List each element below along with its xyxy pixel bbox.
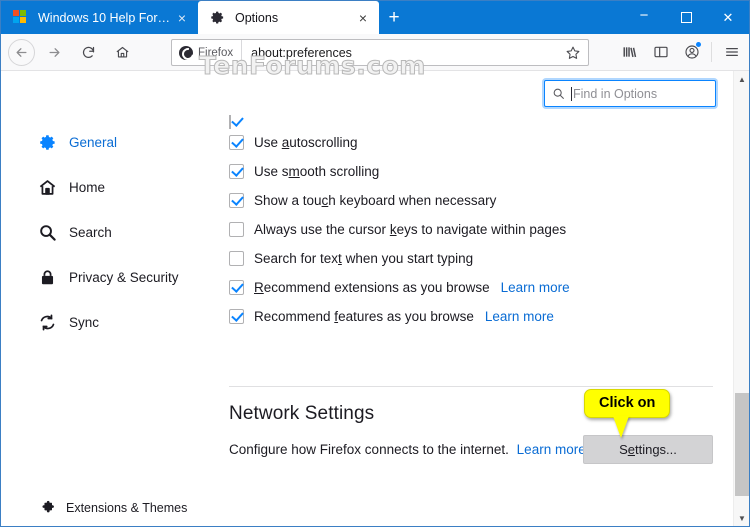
minimize-button[interactable]: − [623,1,665,34]
tab-close-icon[interactable]: × [353,8,373,28]
checkbox-use-autoscrolling[interactable] [229,135,244,150]
tab-options[interactable]: Options × [198,1,379,34]
close-button[interactable]: ✕ [707,1,749,34]
sidebar-item-home[interactable]: Home [1,172,213,203]
checkbox-show-touch-keyboard[interactable] [229,193,244,208]
tab-windows-10-help-forums[interactable]: Windows 10 Help Forums × [1,1,198,34]
sidebar-item-label: Search [69,225,112,240]
tab-label: Options [235,10,279,25]
preferences-page: Find in Options General Home Search Priv… [1,71,749,526]
search-icon [552,87,565,100]
click-on-callout: Click on [584,389,671,438]
puzzle-piece-icon [39,500,56,517]
checkbox-label: Use autoscrolling [254,135,358,150]
callout-tail [613,416,629,438]
tab-close-icon[interactable]: × [172,8,192,28]
checkbox-row-use-smooth-scrolling[interactable]: Use smooth scrolling [229,157,721,186]
scrollbar-thumb[interactable] [735,393,749,496]
learn-more-link-network[interactable]: Learn more [517,442,586,457]
network-settings-heading: Network Settings [229,403,375,424]
forward-arrow-icon[interactable] [39,38,69,66]
new-tab-button[interactable]: + [379,1,409,34]
star-icon[interactable] [565,45,581,61]
network-settings-description: Configure how Firefox connects to the in… [229,442,586,457]
identity-box[interactable]: Firefox [172,40,243,65]
checkbox-label: Search for text when you start typing [254,251,474,266]
back-arrow-icon[interactable] [8,38,35,66]
library-icon[interactable] [614,38,645,66]
checkbox-row-recommend-features[interactable]: Recommend features as you browse Learn m… [229,302,721,331]
firefox-window: Windows 10 Help Forums × Options × + − ✕ [0,0,750,527]
home-icon[interactable] [107,38,137,66]
scrolled-partial-row [229,115,369,129]
toolbar-separator [711,42,712,62]
callout-text: Click on [584,389,671,418]
sidebar-item-sync[interactable]: Sync [1,307,213,338]
sidebar-item-label: Home [69,180,106,195]
section-divider [229,386,713,387]
gear-icon [37,133,57,153]
preferences-sidebar: General Home Search Privacy & Security S… [1,127,213,515]
checkbox-label: Always use the cursor keys to navigate w… [254,222,567,237]
sidebar-item-label: Sync [69,315,100,330]
url-bar[interactable]: Firefox about:preferences [171,39,589,66]
sidebar-item-label: General [69,135,118,150]
checkbox-row-search-text-start-typing[interactable]: Search for text when you start typing [229,244,721,273]
search-icon [37,223,57,243]
gear-icon [210,10,226,26]
scroll-down-arrow-icon[interactable]: ▼ [734,510,749,526]
account-notification-dot [696,42,701,47]
page-scrollbar[interactable]: ▲ ▼ [733,71,749,526]
search-input[interactable]: Find in Options [544,80,716,107]
checkbox-label: Show a touch keyboard when necessary [254,193,497,208]
hamburger-menu-icon[interactable] [716,38,747,66]
checkbox-row-show-touch-keyboard[interactable]: Show a touch keyboard when necessary [229,186,721,215]
scroll-up-arrow-icon[interactable]: ▲ [734,71,749,87]
url-text[interactable]: about:preferences [242,46,565,60]
navigation-toolbar: Firefox about:preferences [1,34,749,71]
checkbox-list: Use autoscrolling Use smooth scrolling S… [229,128,721,331]
checkbox-search-text-start-typing[interactable] [229,251,244,266]
checkbox-cursor-keys-navigate[interactable] [229,222,244,237]
sidebar-bottom-links: Extensions & Themes Firefox Support [1,495,213,526]
checkbox-label: Use smooth scrolling [254,164,380,179]
toolbar-right-buttons [614,38,747,66]
checkbox-recommend-features[interactable] [229,309,244,324]
sidebar-item-extensions-themes[interactable]: Extensions & Themes [1,495,213,521]
tab-label: Windows 10 Help Forums [38,10,172,25]
sidebar-item-search[interactable]: Search [1,217,213,248]
learn-more-link-features[interactable]: Learn more [485,309,554,324]
maximize-button[interactable] [665,1,707,34]
sidebar-item-privacy-security[interactable]: Privacy & Security [1,262,213,293]
sidebar-icon[interactable] [645,38,676,66]
checkbox-label: Recommend features as you browse [254,309,474,324]
checkbox-recommend-extensions[interactable] [229,280,244,295]
window-controls: − ✕ [623,1,749,34]
tab-strip: Windows 10 Help Forums × Options × + − ✕ [1,1,749,34]
search-placeholder: Find in Options [571,86,658,101]
find-in-options-container: Find in Options [544,80,716,107]
checkbox[interactable] [229,115,231,129]
checkbox-row-recommend-extensions[interactable]: Recommend extensions as you browse Learn… [229,273,721,302]
firefox-logo-icon [179,45,193,60]
home-icon [37,178,57,198]
windows-logo-icon [13,9,29,26]
learn-more-link-extensions[interactable]: Learn more [501,280,570,295]
account-avatar-icon[interactable] [676,38,707,66]
reload-icon[interactable] [73,38,103,66]
lock-icon [37,268,57,288]
checkbox-use-smooth-scrolling[interactable] [229,164,244,179]
checkbox-row-cursor-keys-navigate[interactable]: Always use the cursor keys to navigate w… [229,215,721,244]
sidebar-item-label: Extensions & Themes [66,501,188,515]
checkbox-label: Recommend extensions as you browse [254,280,490,295]
checkbox-row-use-autoscrolling[interactable]: Use autoscrolling [229,128,721,157]
network-description-text: Configure how Firefox connects to the in… [229,442,509,457]
identity-label: Firefox [198,46,234,59]
sidebar-item-general[interactable]: General [1,127,213,158]
sidebar-item-label: Privacy & Security [69,270,179,285]
sync-icon [37,313,57,333]
network-settings-button[interactable]: Se ttings... [583,435,713,464]
